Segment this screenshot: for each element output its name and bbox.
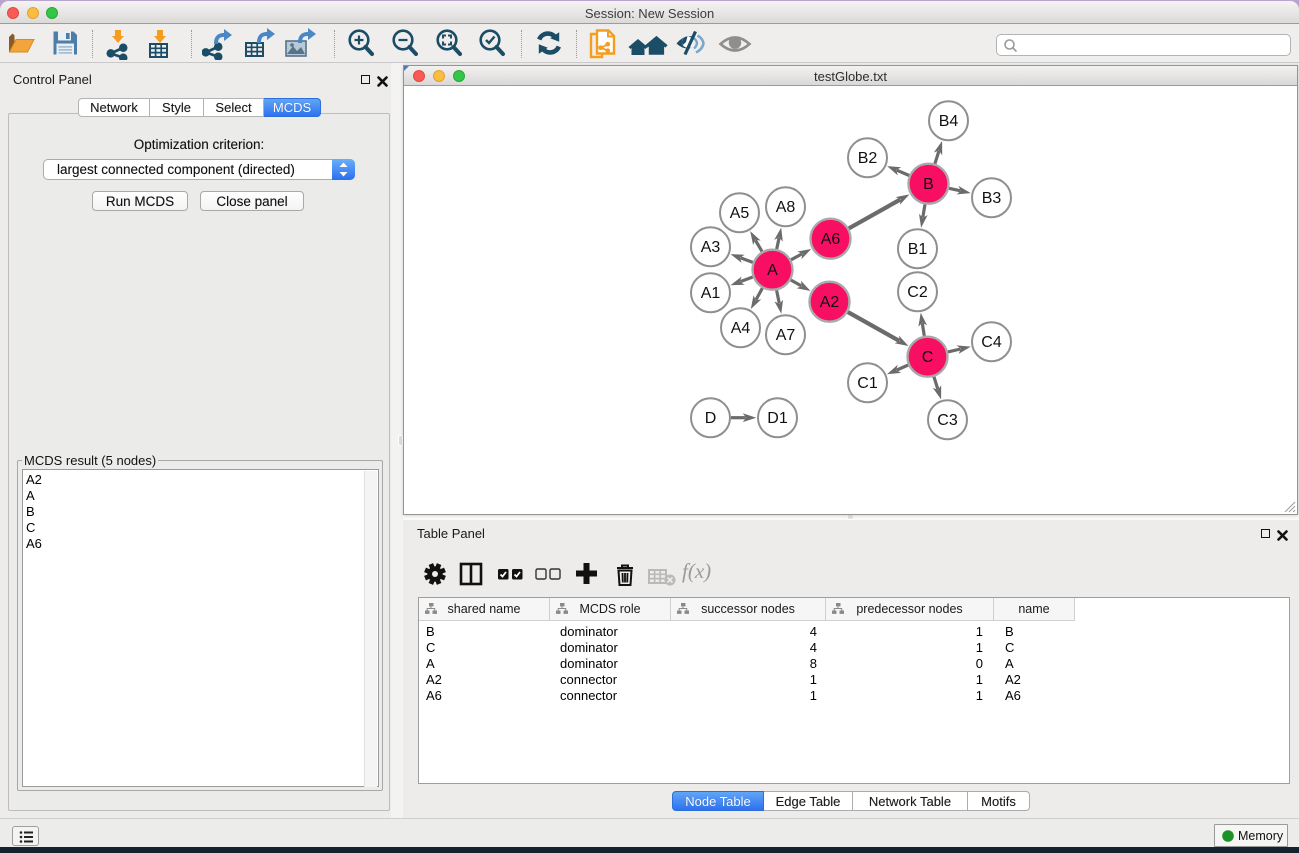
svg-text:C1: C1 bbox=[857, 375, 878, 392]
svg-text:B: B bbox=[923, 176, 934, 193]
svg-text:A2: A2 bbox=[820, 294, 840, 311]
svg-text:D1: D1 bbox=[767, 410, 788, 427]
svg-text:C: C bbox=[922, 349, 934, 366]
svg-text:A8: A8 bbox=[776, 199, 796, 216]
svg-text:A4: A4 bbox=[731, 320, 751, 337]
svg-text:A: A bbox=[767, 262, 778, 279]
svg-text:A3: A3 bbox=[701, 239, 721, 256]
svg-text:A7: A7 bbox=[776, 327, 796, 344]
svg-text:B2: B2 bbox=[858, 150, 878, 167]
svg-text:A5: A5 bbox=[730, 205, 750, 222]
svg-text:C4: C4 bbox=[981, 334, 1002, 351]
svg-text:B3: B3 bbox=[982, 190, 1002, 207]
svg-text:B4: B4 bbox=[939, 113, 959, 130]
svg-text:C2: C2 bbox=[907, 284, 928, 301]
svg-text:C3: C3 bbox=[937, 412, 958, 429]
svg-text:D: D bbox=[705, 410, 717, 427]
svg-text:B1: B1 bbox=[908, 241, 928, 258]
svg-text:A6: A6 bbox=[821, 231, 841, 248]
svg-text:A1: A1 bbox=[701, 285, 721, 302]
